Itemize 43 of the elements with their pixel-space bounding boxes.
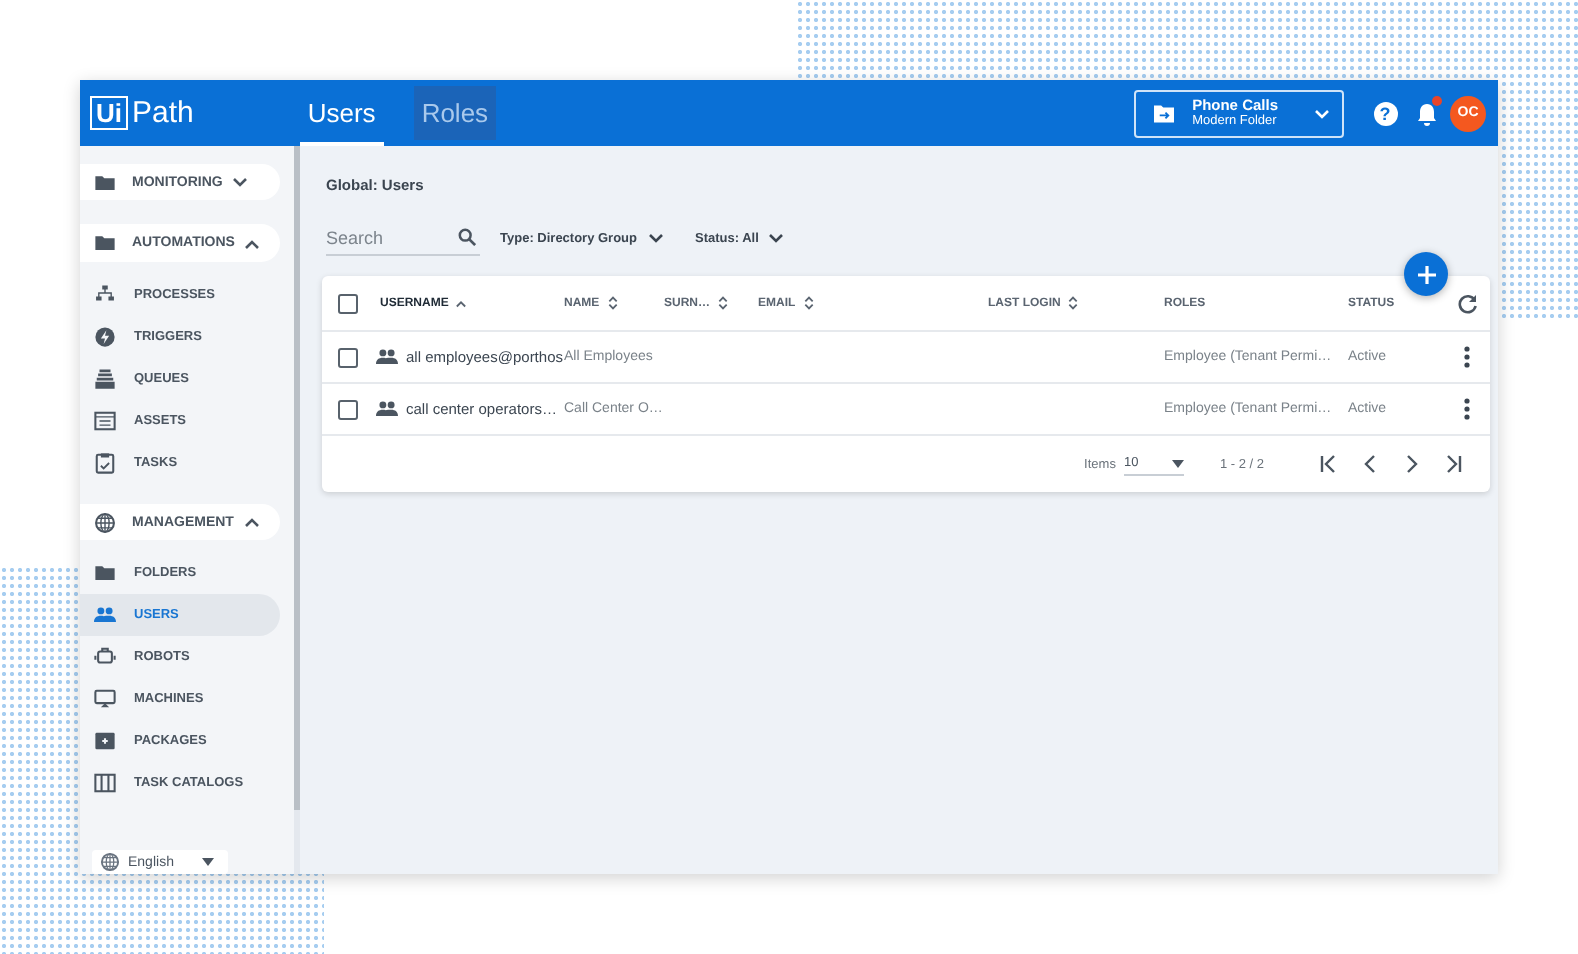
chevron-left-icon: [1359, 454, 1379, 474]
people-icon: [376, 346, 398, 368]
search-input[interactable]: Search: [326, 227, 458, 247]
logo-mark: Ui: [90, 96, 128, 130]
search-icon: [458, 228, 476, 246]
checkbox[interactable]: [338, 293, 358, 313]
checkbox[interactable]: [338, 399, 358, 419]
people-icon: [94, 604, 116, 627]
checkbox[interactable]: [338, 347, 358, 367]
scrollbar[interactable]: [294, 146, 300, 810]
refresh-icon: [1457, 293, 1477, 313]
add-button[interactable]: [1404, 252, 1448, 296]
globe-icon: [100, 852, 120, 873]
first-page-icon: [1317, 454, 1337, 474]
folder-icon: [94, 232, 116, 255]
robot-icon: [94, 646, 116, 669]
lightning-icon: [94, 325, 116, 348]
hierarchy-icon: [94, 283, 116, 306]
logo-text: Path: [132, 96, 194, 130]
plus-icon: [1417, 265, 1435, 283]
bell-icon: [1416, 101, 1438, 125]
columns-icon: [94, 772, 116, 795]
globe-icon: [94, 511, 116, 534]
chevron-down-icon: [647, 232, 664, 244]
list-card-icon: [94, 409, 116, 432]
last-page-icon: [1443, 454, 1463, 474]
chevron-right-icon: [1401, 454, 1421, 474]
chevron-down-icon: [768, 232, 785, 244]
people-icon: [376, 398, 398, 420]
folder-icon: [94, 562, 116, 585]
monitor-icon: [94, 688, 116, 711]
caret-icon: [1171, 459, 1184, 467]
more-vertical-icon: [1464, 398, 1470, 420]
help-button[interactable]: ?: [1364, 92, 1406, 134]
stack-icon: [94, 367, 116, 390]
package-icon: [94, 730, 116, 753]
chevron-down-icon: [1314, 107, 1330, 119]
clipboard-icon: [94, 451, 116, 474]
more-vertical-icon: [1464, 346, 1470, 368]
folder-icon: [1152, 103, 1177, 123]
folder-icon: [94, 171, 116, 194]
caret-icon: [201, 858, 214, 867]
search-field[interactable]: Search: [326, 220, 480, 256]
